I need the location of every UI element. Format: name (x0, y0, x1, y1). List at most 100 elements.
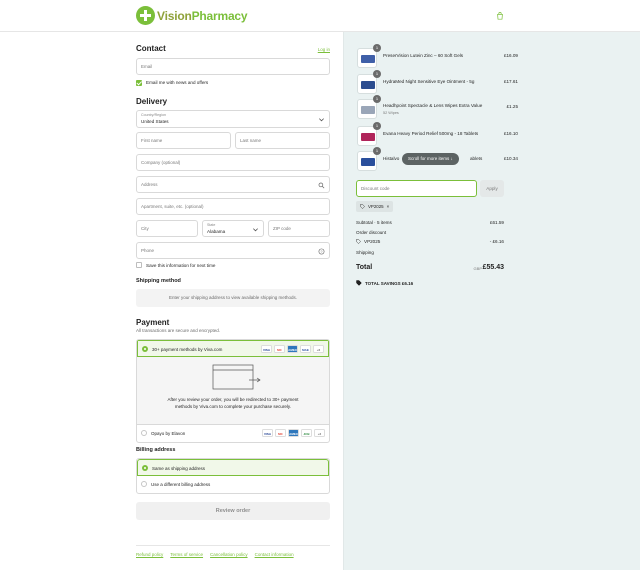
item-price: £17.61 (503, 79, 518, 84)
last-name-field[interactable]: Last name (235, 132, 330, 149)
first-name-placeholder: First name (141, 138, 163, 143)
product-pack-icon (361, 158, 375, 166)
state-select[interactable]: State Alabama (202, 220, 264, 237)
product-pack-icon (361, 133, 375, 141)
more-cards-badge: +6 (313, 345, 324, 353)
footer-divider (136, 545, 330, 546)
currency-code: GBP (473, 266, 482, 271)
item-price: £1.25 (506, 104, 519, 109)
zip-field[interactable]: ZIP code (268, 220, 330, 237)
opayo-radio[interactable] (141, 430, 147, 436)
item-name: Evana Heavy Period Relief 500mg - 18 Tab… (383, 131, 479, 136)
first-name-field[interactable]: First name (136, 132, 231, 149)
subtotal-value: £61.59 (489, 220, 504, 225)
terms-link[interactable]: Terms of service (170, 552, 203, 557)
more-cards-badge: +2 (314, 429, 325, 437)
savings-text: TOTAL SAVINGS £6.16 (365, 280, 414, 286)
product-pack-icon (361, 81, 375, 89)
viva-radio[interactable] (142, 346, 148, 352)
item-name: HydraMed Night Sensitive Eye Ointment - … (383, 79, 475, 84)
help-circle-icon[interactable]: ? (318, 248, 325, 255)
tag-icon (360, 204, 365, 209)
total-row: Total GBP £55.43 (356, 264, 504, 271)
jcb-icon: JCB (301, 429, 312, 437)
billing-different-radio[interactable] (141, 481, 147, 487)
total-savings: TOTAL SAVINGS £6.16 (356, 280, 413, 286)
billing-different-option[interactable]: Use a different billing address (137, 476, 329, 493)
cart-item: 1 Evana Heavy Period Relief 500mg - 18 T… (357, 122, 518, 146)
cancellation-link[interactable]: Cancellation policy (210, 552, 248, 557)
footer-links: Refund policy Terms of service Cancellat… (136, 552, 294, 557)
discount-placeholder: Discount code (361, 186, 390, 191)
opayo-label: Opayo by Elavon (151, 431, 186, 436)
email-field[interactable]: Email (136, 58, 330, 75)
delivery-heading: Delivery (136, 97, 168, 106)
scroll-more-items-hint[interactable]: Scroll for more items ↓ (402, 153, 459, 165)
applied-discount-tag: VP2025 × (356, 201, 394, 212)
mastercard-icon: MC (274, 345, 285, 353)
chevron-down-icon (253, 228, 258, 232)
visa-icon: VISA (262, 429, 273, 437)
company-field[interactable]: Company (optional) (136, 154, 330, 171)
apartment-field[interactable]: Apartment, suite, etc. (optional) (136, 198, 330, 215)
newsletter-label: Email me with news and offers (146, 80, 209, 85)
cart-item: 1 HydraMed Night Sensitive Eye Ointment … (357, 70, 518, 94)
item-variant: 52 Wipes (383, 111, 399, 115)
site-header: VisionPharmacy (0, 0, 640, 32)
shipping-label: Shipping (356, 250, 374, 255)
discount-code-label: VP2025 (364, 239, 381, 244)
city-field[interactable]: City (136, 220, 198, 237)
discount-value: - £6.16 (489, 239, 504, 244)
newsletter-checkbox[interactable] (136, 80, 142, 86)
review-order-button[interactable]: Review order (136, 502, 330, 520)
email-placeholder: Email (141, 64, 153, 69)
payment-option-opayo[interactable]: Opayo by Elavon VISA MC AMEX JCB +2 (137, 425, 329, 442)
order-discount-label: Order discount (356, 230, 387, 235)
mastercard-icon: MC (275, 429, 286, 437)
billing-same-option[interactable]: Same as shipping address (137, 459, 329, 476)
browser-redirect-icon (212, 364, 261, 390)
state-label: State (207, 223, 216, 227)
item-price: £16.10 (503, 131, 518, 136)
product-pack-icon (361, 106, 375, 114)
refund-policy-link[interactable]: Refund policy (136, 552, 163, 557)
contact-heading: Contact (136, 44, 166, 53)
item-name-tail: ablets (470, 156, 483, 161)
company-placeholder: Company (optional) (141, 160, 181, 165)
logo[interactable]: VisionPharmacy (136, 6, 248, 25)
discount-code-field[interactable]: Discount code (356, 180, 477, 197)
apartment-placeholder: Apartment, suite, etc. (optional) (141, 204, 204, 209)
city-placeholder: City (141, 226, 149, 231)
logo-vision: Vision (157, 8, 192, 23)
remove-discount-icon[interactable]: × (387, 201, 390, 212)
billing-same-radio[interactable] (142, 465, 148, 471)
total-value: £55.43 (482, 264, 504, 271)
save-info-label: Save this information for next time (146, 263, 216, 268)
quantity-badge: 1 (373, 44, 381, 52)
scroll-hint-text: Scroll for more items (408, 156, 450, 161)
visa-icon: VISA (261, 345, 272, 353)
payment-option-viva[interactable]: 30+ payment methods by Viva.com VISA MC … (137, 340, 329, 357)
quantity-badge: 1 (373, 95, 381, 103)
applied-code: VP2025 (368, 204, 384, 209)
save-info-checkbox[interactable] (136, 262, 142, 268)
viva-label: 30+ payment methods by Viva.com (152, 347, 223, 352)
shipping-method-heading: Shipping method (136, 278, 181, 284)
apply-discount-button[interactable]: Apply (480, 180, 504, 197)
quantity-badge: 1 (373, 147, 381, 155)
contact-link[interactable]: Contact information (255, 552, 294, 557)
card-logos-opayo: VISA MC AMEX JCB +2 (262, 429, 325, 437)
country-label: Country/Region (141, 113, 166, 117)
order-discount-row: Order discount (356, 230, 504, 235)
login-link[interactable]: Log in (318, 47, 330, 52)
shipping-methods-placeholder: Enter your shipping address to view avai… (136, 289, 330, 307)
billing-heading: Billing address (136, 447, 176, 453)
country-select[interactable]: Country/Region United States (136, 110, 330, 128)
phone-field[interactable]: Phone ? (136, 242, 330, 259)
payment-heading: Payment (136, 318, 170, 327)
shopping-bag-icon[interactable] (496, 12, 504, 20)
item-price: £10.34 (503, 156, 518, 161)
arrow-down-icon: ↓ (450, 156, 453, 161)
address-field[interactable]: Address (136, 176, 330, 193)
amex-icon: AMEX (288, 429, 299, 437)
